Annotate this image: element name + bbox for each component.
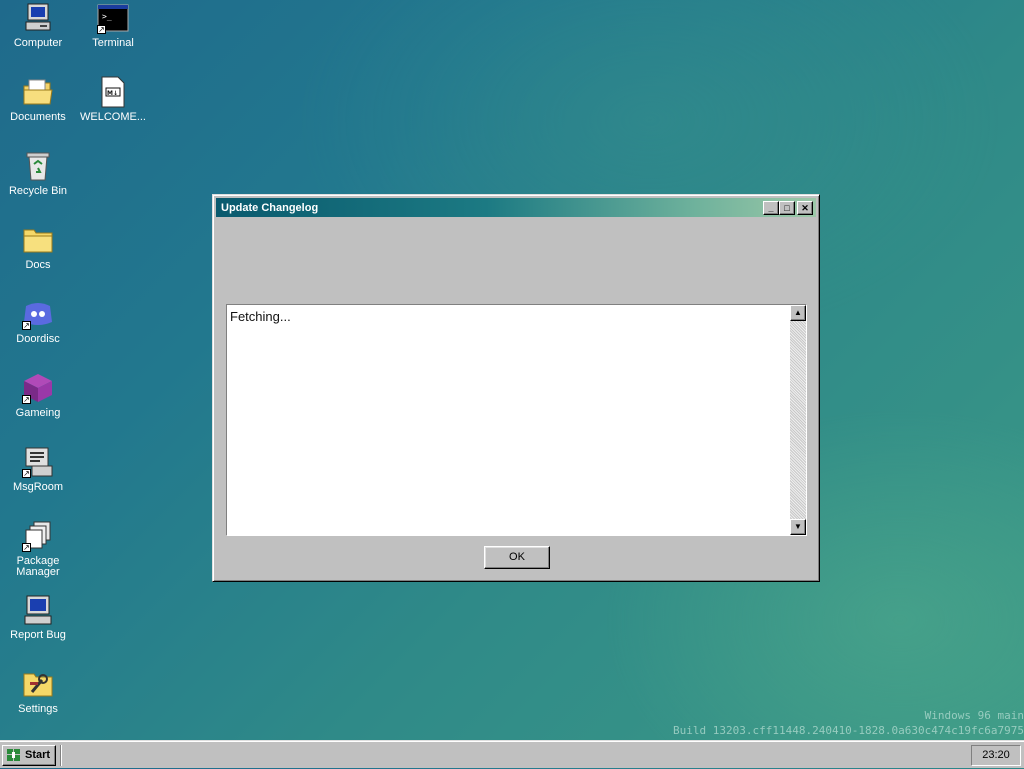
- maximize-icon: □: [784, 203, 790, 213]
- desktop-icon-label: Doordisc: [16, 333, 60, 345]
- window-titlebar[interactable]: Update Changelog _ □ ✕: [216, 198, 816, 217]
- report-bug-icon: [22, 594, 54, 626]
- system-tray-clock[interactable]: 23:20: [971, 745, 1021, 766]
- desktop-icon-label: Gameing: [15, 407, 61, 419]
- desktop-icon-computer[interactable]: Computer: [0, 2, 76, 49]
- desktop-icon-recycle-bin[interactable]: Recycle Bin: [0, 150, 76, 197]
- shortcut-arrow-icon: ↗: [22, 469, 31, 478]
- arrow-down-icon: ▼: [794, 522, 802, 531]
- desktop-icon-gameing[interactable]: ↗ Gameing: [0, 372, 76, 419]
- shortcut-arrow-icon: ↗: [22, 321, 31, 330]
- shortcut-arrow-icon: ↗: [97, 25, 106, 34]
- desktop-icon-documents[interactable]: Documents: [0, 76, 76, 123]
- terminal-icon: >_ ↗: [97, 2, 129, 34]
- minimize-button[interactable]: _: [763, 201, 779, 215]
- settings-icon: [22, 668, 54, 700]
- game-cube-icon: ↗: [22, 372, 54, 404]
- ok-button[interactable]: OK: [484, 546, 550, 569]
- watermark-line-2: Build 13203.cff11448.240410-1828.0a630c4…: [673, 724, 1024, 737]
- documents-folder-icon: [22, 76, 54, 108]
- recycle-bin-icon: [22, 150, 54, 182]
- changelog-content: Fetching...: [230, 309, 291, 324]
- desktop-icon-settings[interactable]: Settings: [0, 668, 76, 715]
- scroll-down-button[interactable]: ▼: [790, 519, 806, 535]
- window-title: Update Changelog: [221, 202, 319, 214]
- start-label: Start: [25, 749, 51, 761]
- desktop-icon-welcome[interactable]: M↓ WELCOME...: [75, 76, 151, 123]
- watermark-line-1: Windows 96 main: [924, 709, 1024, 722]
- maximize-button[interactable]: □: [779, 201, 795, 215]
- desktop-icon-label: Docs: [25, 259, 51, 271]
- start-logo-icon: [7, 749, 21, 762]
- changelog-textarea[interactable]: Fetching... ▲ ▼: [226, 304, 807, 536]
- taskbar-divider: [60, 745, 62, 766]
- desktop-icon-msgroom[interactable]: ↗ MsgRoom: [0, 446, 76, 493]
- taskbar: Start 23:20: [0, 740, 1024, 768]
- desktop-icon-doordisc[interactable]: ↗ Doordisc: [0, 298, 76, 345]
- desktop-icon-report-bug[interactable]: Report Bug: [0, 594, 76, 641]
- desktop-icon-label: Report Bug: [10, 629, 66, 641]
- computer-icon: [22, 2, 54, 34]
- package-manager-icon: ↗: [22, 520, 54, 552]
- desktop-icon-label: Documents: [10, 111, 66, 123]
- start-button[interactable]: Start: [2, 745, 56, 766]
- desktop-icon-label: Package Manager: [16, 555, 60, 578]
- desktop-icon-label: MsgRoom: [12, 481, 64, 493]
- update-changelog-window: Update Changelog _ □ ✕ Fetching... ▲ ▼ O…: [212, 194, 820, 582]
- desktop-icon-docs[interactable]: Docs: [0, 224, 76, 271]
- desktop-icon-terminal[interactable]: >_ ↗ Terminal: [75, 2, 151, 49]
- svg-text:M↓: M↓: [107, 90, 118, 97]
- arrow-up-icon: ▲: [794, 308, 802, 317]
- folder-icon: [22, 224, 54, 256]
- desktop-icon-label: Recycle Bin: [8, 185, 68, 197]
- minimize-icon: _: [768, 203, 774, 213]
- close-button[interactable]: ✕: [797, 201, 813, 215]
- close-icon: ✕: [801, 203, 809, 213]
- scroll-up-button[interactable]: ▲: [790, 305, 806, 321]
- desktop-icon-label: WELCOME...: [79, 111, 146, 123]
- desktop-icon-label: Terminal: [92, 37, 134, 49]
- markdown-file-icon: M↓: [97, 76, 129, 108]
- msgroom-icon: ↗: [22, 446, 54, 478]
- shortcut-arrow-icon: ↗: [22, 543, 31, 552]
- build-watermark: Windows 96 main Build 13203.cff11448.240…: [673, 708, 1024, 738]
- vertical-scrollbar[interactable]: ▲ ▼: [790, 305, 806, 535]
- svg-text:>_: >_: [102, 12, 112, 21]
- desktop-icon-label: Settings: [18, 703, 58, 715]
- shortcut-arrow-icon: ↗: [22, 395, 31, 404]
- desktop-icon-label: Computer: [13, 37, 63, 49]
- doordisc-icon: ↗: [22, 298, 54, 330]
- desktop-icon-package-manager[interactable]: ↗ Package Manager: [0, 520, 76, 578]
